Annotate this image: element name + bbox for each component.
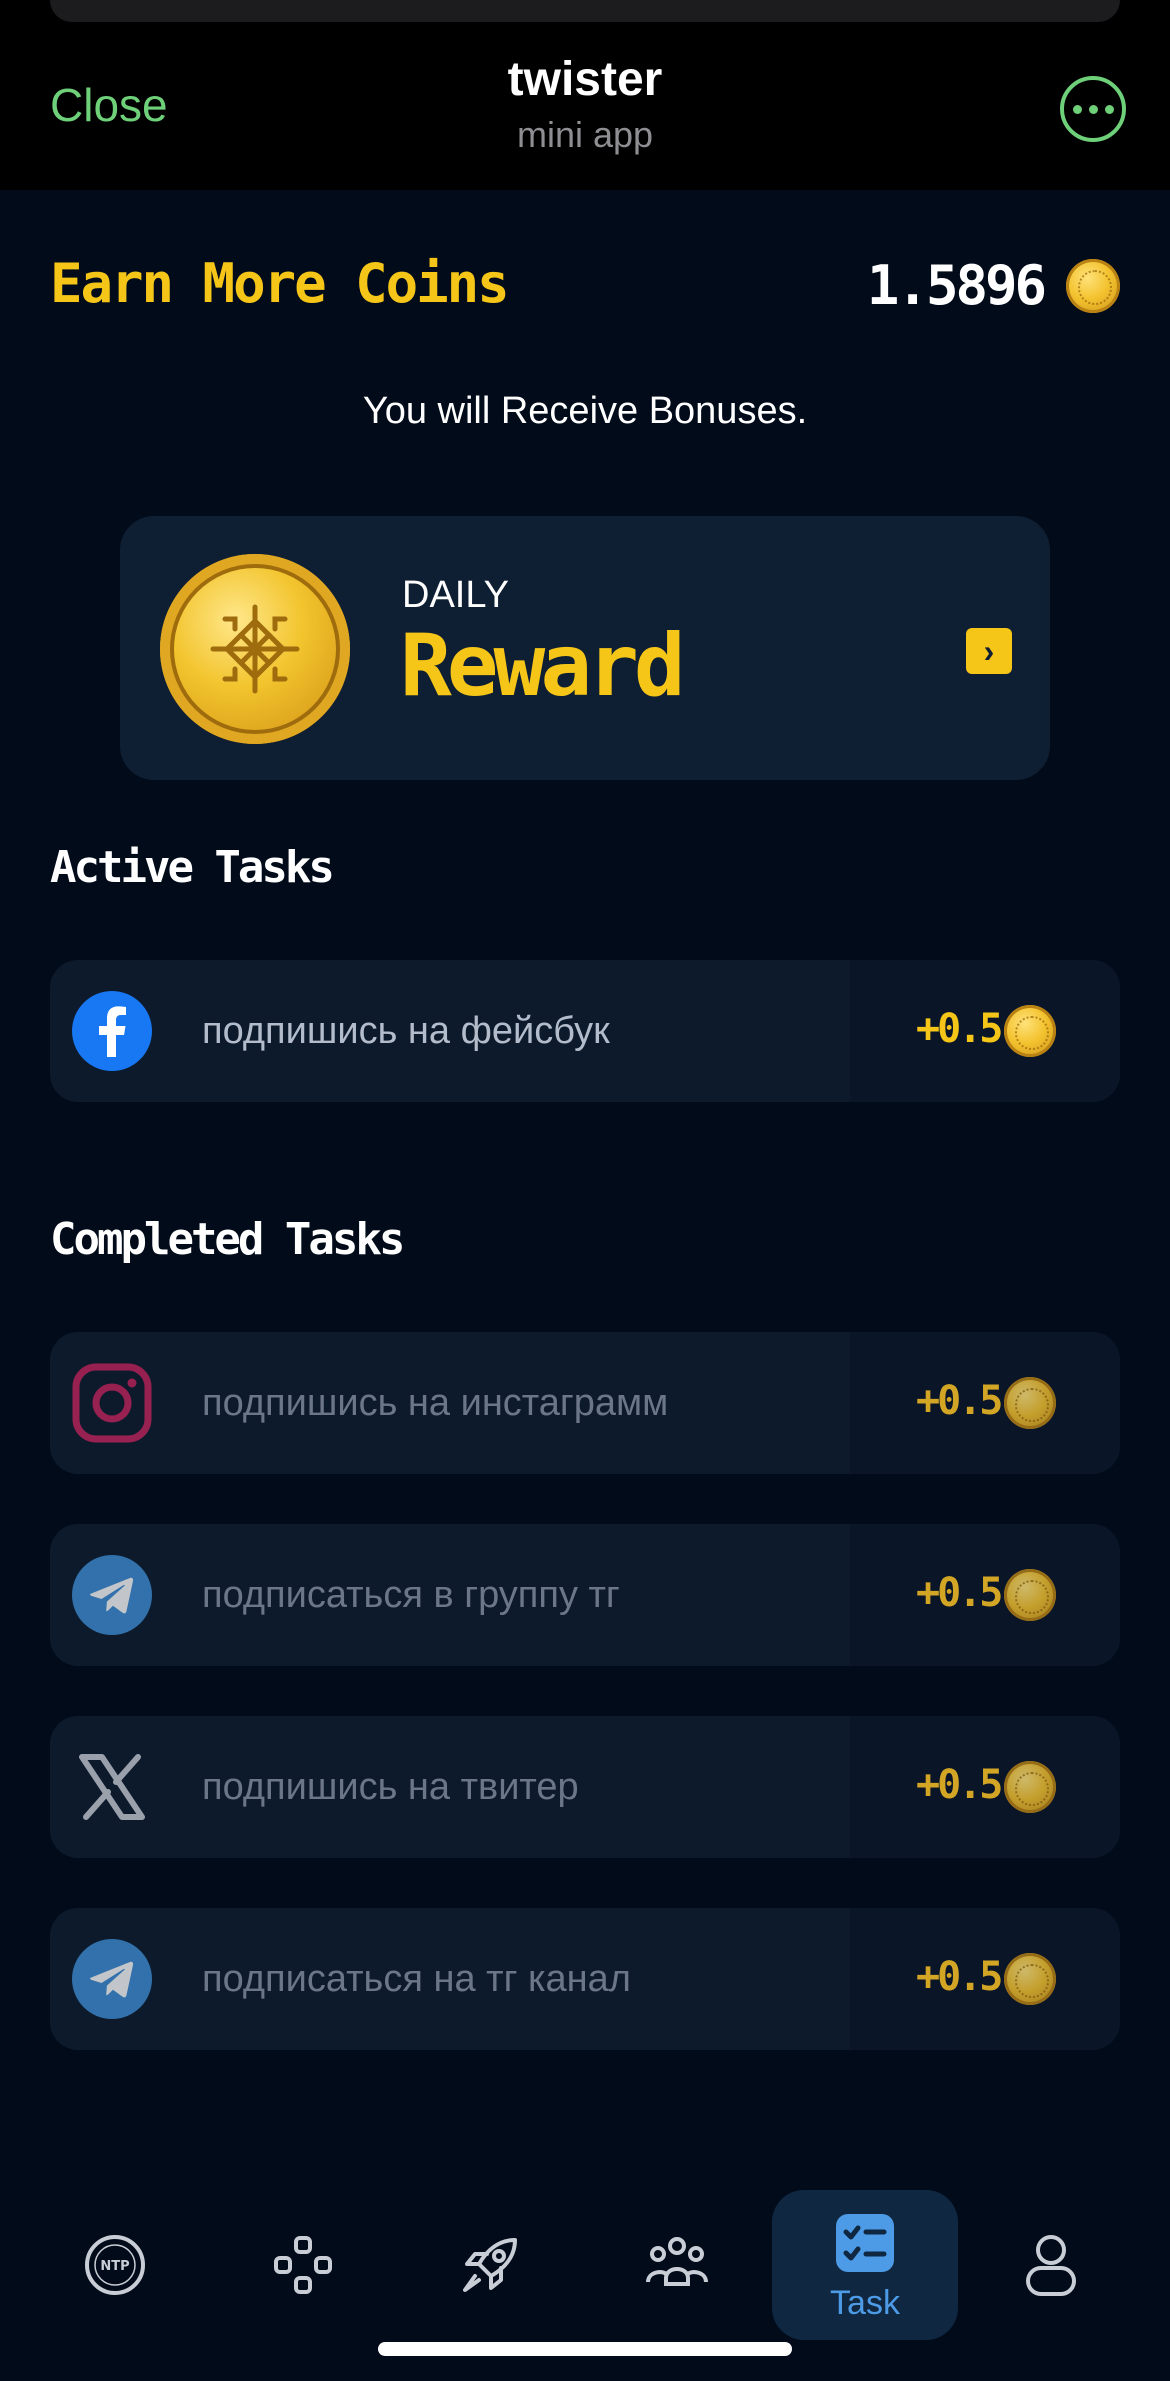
coin-icon	[1004, 1761, 1056, 1813]
gamepad-icon	[274, 2236, 332, 2294]
ntp-label: NTP	[100, 2259, 129, 2274]
nav-item-task[interactable]: Task	[772, 2190, 958, 2340]
daily-reward-card[interactable]: DAILY Reward ›	[120, 516, 1050, 780]
chevron-right-icon[interactable]: ›	[966, 628, 1012, 674]
rocket-icon	[463, 2238, 517, 2292]
task-reward-amount: +0.5	[916, 1954, 1003, 2000]
facebook-icon	[72, 991, 152, 1071]
task-reward-amount: +0.5	[916, 1762, 1003, 1808]
task-reward-amount: +0.5	[916, 1570, 1003, 1616]
task-row-facebook[interactable]: подпишись на фейсбук +0.5	[50, 960, 1120, 1102]
ntp-icon: NTP	[85, 2235, 145, 2295]
nav-item-boost[interactable]	[397, 2190, 583, 2340]
nav-label-task: Task	[830, 2283, 900, 2322]
telegram-icon	[72, 1939, 152, 2019]
instagram-icon	[72, 1363, 152, 1443]
completed-tasks-title: Completed Tasks	[50, 1214, 405, 1265]
task-label: подпишись на инстаграмм	[202, 1382, 669, 1424]
coin-icon	[1004, 1953, 1056, 2005]
task-row-telegram-channel[interactable]: подписаться на тг канал +0.5	[50, 1908, 1120, 2050]
telegram-icon	[72, 1555, 152, 1635]
task-row-telegram-group[interactable]: подписаться в группу тг +0.5	[50, 1524, 1120, 1666]
task-reward-amount: +0.5	[916, 1006, 1003, 1052]
task-label: подпишись на фейсбук	[202, 1010, 610, 1052]
group-icon	[646, 2237, 708, 2286]
page-title: Earn More Coins	[50, 252, 510, 315]
active-tasks-title: Active Tasks	[50, 842, 335, 893]
task-label: подписаться на тг канал	[202, 1958, 631, 2000]
x-twitter-icon	[72, 1747, 152, 1827]
telegram-header: Close twister mini app	[0, 0, 1170, 190]
daily-label: DAILY	[402, 574, 510, 616]
coin-icon	[1004, 1377, 1056, 1429]
task-reward-amount: +0.5	[916, 1378, 1003, 1424]
app-title: twister	[507, 53, 663, 106]
sheet-handle	[50, 0, 1120, 22]
balance-display: 1.5896	[867, 254, 1120, 317]
profile-icon	[1026, 2235, 1076, 2296]
task-row-instagram[interactable]: подпишись на инстаграмм +0.5	[50, 1332, 1120, 1474]
task-row-x-twitter[interactable]: подпишись на твитер +0.5	[50, 1716, 1120, 1858]
coin-icon	[1004, 1569, 1056, 1621]
page-subtitle: You will Receive Bonuses.	[362, 390, 808, 432]
balance-value: 1.5896	[866, 254, 1047, 317]
reward-label: Reward	[400, 616, 686, 716]
gold-coin-icon	[160, 554, 350, 744]
coin-icon	[1004, 1005, 1056, 1057]
nav-item-ntp[interactable]: NTP	[22, 2190, 208, 2340]
nav-item-friends[interactable]	[584, 2190, 770, 2340]
more-dots-icon[interactable]	[1060, 76, 1126, 142]
task-label: подписаться в группу тг	[202, 1574, 620, 1616]
nav-item-games[interactable]	[210, 2190, 396, 2340]
home-indicator	[378, 2342, 792, 2356]
app-subtitle: mini app	[516, 114, 654, 155]
task-label: подпишись на твитер	[202, 1766, 579, 1808]
task-icon	[836, 2213, 894, 2272]
coin-icon	[1066, 258, 1120, 313]
nav-item-profile[interactable]	[958, 2190, 1144, 2340]
